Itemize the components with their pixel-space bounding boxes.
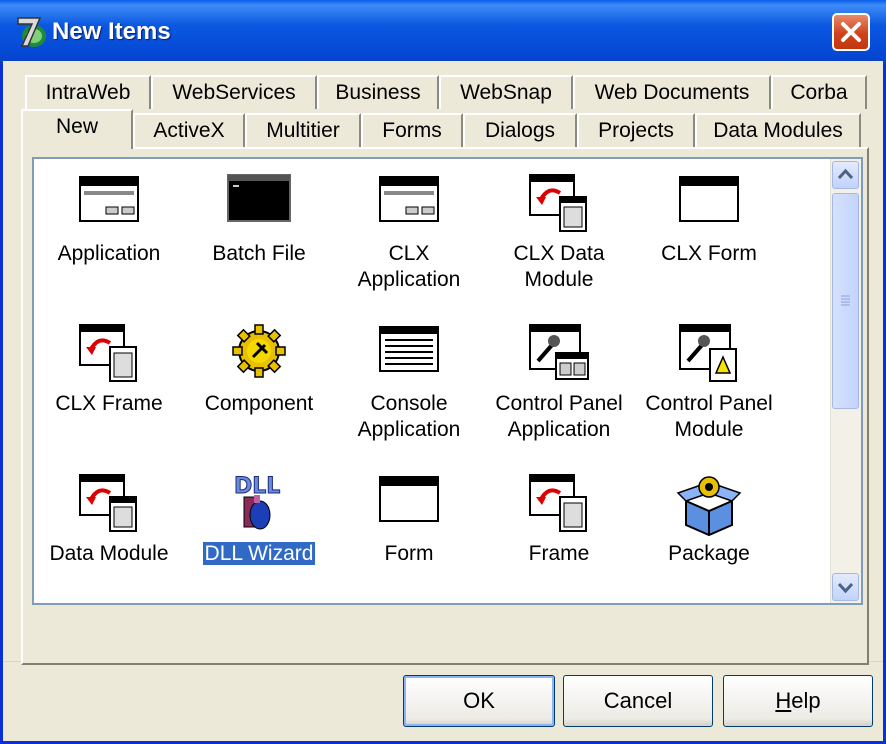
tab-activex[interactable]: ActiveX: [133, 113, 245, 147]
control-panel-application-icon: [529, 324, 589, 380]
chevron-up-icon: [837, 168, 854, 180]
help-button[interactable]: Help: [723, 675, 873, 727]
control-panel-module-icon: [679, 324, 737, 382]
item-label: Form: [384, 542, 434, 565]
clx-data-module-icon: [529, 174, 587, 232]
item-label: Control Panel Module: [645, 392, 773, 441]
clx-frame-icon: [79, 324, 137, 382]
tab-webservices[interactable]: WebServices: [151, 75, 317, 109]
item-label: Console Application: [357, 392, 461, 441]
chevron-down-icon: [837, 582, 854, 594]
close-button[interactable]: [832, 13, 870, 51]
scroll-down-button[interactable]: [832, 573, 859, 601]
clx-application-icon: [379, 176, 439, 222]
tab-web-documents[interactable]: Web Documents: [573, 75, 771, 109]
tab-data-modules[interactable]: Data Modules: [695, 113, 861, 147]
item-label: Package: [668, 542, 750, 565]
form-icon: [379, 476, 439, 522]
tab-new[interactable]: New: [21, 109, 133, 149]
console-application-icon: [379, 326, 439, 372]
new-items-dialog: New Items IntraWeb WebServices Business …: [0, 0, 886, 744]
clx-form-icon: [679, 176, 739, 222]
ok-button[interactable]: OK: [403, 675, 555, 727]
item-label: Component: [204, 392, 314, 415]
batch-file-icon: [227, 174, 291, 222]
vertical-scrollbar[interactable]: [830, 159, 861, 603]
scroll-thumb[interactable]: [832, 193, 859, 409]
data-module-icon: [79, 474, 137, 532]
tab-corba[interactable]: Corba: [771, 75, 867, 109]
item-label: CLX Data Module: [513, 242, 605, 291]
tab-business[interactable]: Business: [317, 75, 439, 109]
frame-icon: [529, 474, 587, 532]
title-bar[interactable]: New Items: [0, 0, 886, 64]
scroll-up-button[interactable]: [832, 161, 859, 189]
tab-projects[interactable]: Projects: [577, 113, 695, 147]
item-label: CLX Application: [357, 242, 461, 291]
item-label: Batch File: [212, 242, 306, 265]
dialog-client: IntraWeb WebServices Business WebSnap We…: [3, 61, 883, 741]
window-title: New Items: [52, 18, 171, 45]
item-label: CLX Form: [661, 242, 757, 265]
grip-icon: [841, 295, 850, 306]
component-gear-icon: [232, 324, 286, 378]
tab-multitier[interactable]: Multitier: [245, 113, 361, 147]
tab-dialogs[interactable]: Dialogs: [463, 113, 577, 147]
item-label: DLL Wizard: [201, 541, 317, 566]
cancel-button[interactable]: Cancel: [563, 675, 713, 727]
item-label: Frame: [528, 542, 590, 565]
application-window-icon: [79, 176, 139, 222]
tab-intraweb[interactable]: IntraWeb: [25, 75, 151, 109]
items-list-view[interactable]: Application Batch File CLX Application C…: [32, 157, 863, 605]
tab-forms[interactable]: Forms: [361, 113, 463, 147]
item-label: Control Panel Application: [495, 392, 623, 441]
item-label: Data Module: [49, 542, 169, 565]
package-icon: [676, 476, 742, 537]
item-label: Application: [57, 242, 161, 265]
dll-wizard-icon: DLL: [234, 474, 281, 530]
delphi-7-icon: [17, 17, 46, 47]
item-label: CLX Frame: [55, 392, 163, 415]
tab-websnap[interactable]: WebSnap: [439, 75, 573, 109]
close-icon: [841, 22, 861, 42]
